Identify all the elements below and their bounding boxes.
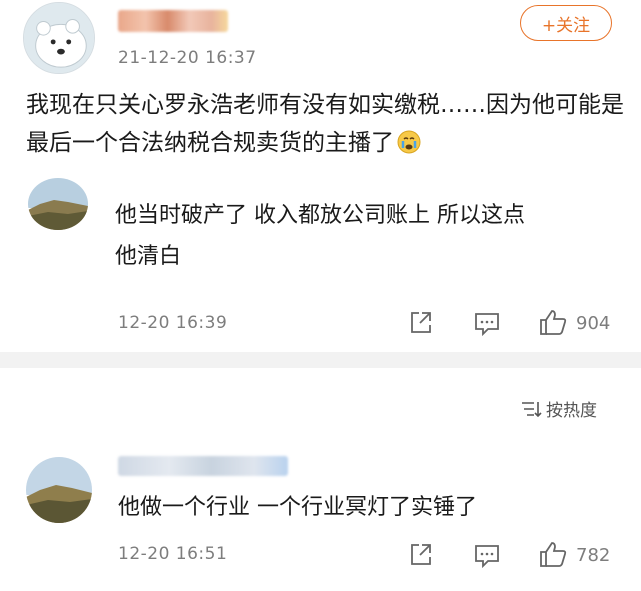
reply-text-line-1: 他当时破产了 收入都放公司账上 所以这点 (115, 203, 525, 228)
polar-bear-icon (24, 3, 94, 73)
comment-body: 我现在只关心罗永浩老师有没有如实缴税……因为他可能是最后一个合法纳税合规卖货的主… (26, 92, 624, 156)
comment-timestamp: 12-20 16:51 (118, 544, 228, 564)
comment-text: 他做一个行业 一个行业冥灯了实锤了 (118, 495, 477, 520)
comment-timestamp: 21-12-20 16:37 (118, 48, 257, 68)
reply-timestamp: 12-20 16:39 (118, 313, 228, 333)
like-icon[interactable] (538, 307, 568, 341)
sort-by-hot-button[interactable]: 按热度 (520, 396, 597, 421)
username-blurred[interactable] (118, 10, 228, 32)
comment-text: 我现在只关心罗永浩老师有没有如实缴税……因为他可能是最后一个合法纳税合规卖货的主… (26, 86, 626, 162)
avatar[interactable] (26, 457, 92, 523)
like-icon[interactable] (538, 539, 568, 573)
sort-label: 按热度 (546, 401, 597, 421)
follow-button[interactable]: +关注 (520, 5, 612, 41)
share-icon[interactable] (408, 310, 434, 340)
share-icon[interactable] (408, 542, 434, 572)
landscape-icon (26, 457, 92, 523)
avatar[interactable] (23, 2, 95, 74)
avatar[interactable] (28, 178, 88, 230)
reply-text-line-2: 他清白 (115, 244, 182, 269)
username-blurred[interactable] (118, 456, 288, 476)
landscape-icon (28, 178, 88, 230)
like-count: 782 (576, 545, 611, 566)
comment-icon[interactable] (473, 543, 501, 573)
like-count: 904 (576, 313, 611, 334)
crying-face-icon (397, 128, 421, 154)
section-divider (0, 352, 641, 368)
comment-icon[interactable] (473, 311, 501, 341)
sort-icon (522, 401, 542, 417)
